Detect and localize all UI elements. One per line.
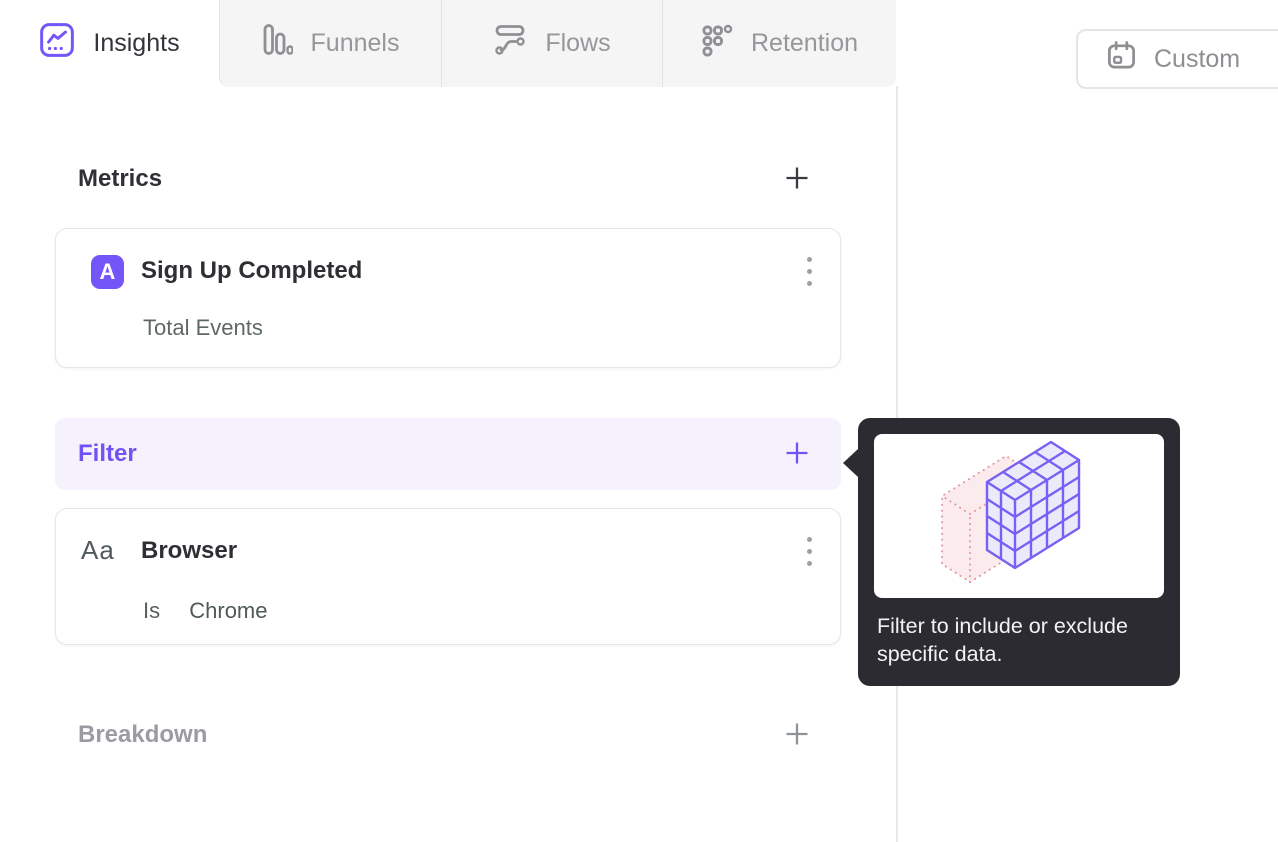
calendar-icon	[1106, 40, 1137, 78]
tab-retention[interactable]: Retention	[662, 0, 896, 87]
flows-icon	[493, 23, 527, 64]
filter-card-browser[interactable]: Aa Browser Is Chrome	[55, 508, 841, 645]
tab-retention-label: Retention	[750, 29, 859, 57]
add-filter-button[interactable]	[784, 441, 810, 467]
filter-section-row[interactable]: Filter	[55, 418, 841, 490]
tab-funnels[interactable]: Funnels	[219, 0, 441, 87]
tab-funnels-label: Funnels	[310, 29, 400, 57]
add-breakdown-button[interactable]	[784, 722, 810, 748]
tab-flows-label: Flows	[545, 29, 611, 57]
filter-card-title: Browser	[141, 537, 238, 564]
filter-value[interactable]: Chrome	[189, 598, 267, 623]
tooltip-arrow	[843, 449, 858, 477]
add-metric-button[interactable]	[784, 166, 810, 192]
plus-icon	[784, 165, 810, 194]
metric-card-subtitle[interactable]: Total Events	[143, 315, 263, 341]
insights-icon	[39, 22, 75, 65]
report-type-tabs: Insights Funnels Flows Retention	[0, 0, 897, 87]
string-property-icon: Aa	[81, 535, 115, 565]
metric-card-menu-button[interactable]	[799, 255, 819, 287]
tab-insights-label: Insights	[93, 29, 180, 57]
tab-flows[interactable]: Flows	[441, 0, 662, 87]
metric-card-sign-up-completed[interactable]: A Sign Up Completed Total Events	[55, 228, 841, 368]
metrics-section-title: Metrics	[78, 165, 163, 192]
plus-icon	[784, 440, 810, 469]
filter-cube-illustration	[874, 434, 1164, 598]
filter-operator[interactable]: Is	[143, 598, 160, 623]
metric-letter-badge: A	[91, 255, 124, 289]
breakdown-section-header: Breakdown	[78, 718, 810, 752]
insights-report-builder: Insights Funnels Flows Retention Custom …	[0, 0, 1278, 842]
metrics-section-header: Metrics	[78, 162, 810, 196]
filter-section-title: Filter	[78, 440, 137, 467]
filter-card-condition: Is Chrome	[143, 598, 268, 624]
kebab-menu-icon	[806, 536, 812, 542]
kebab-menu-icon	[806, 256, 812, 262]
custom-date-range-label: Custom	[1154, 44, 1241, 73]
retention-icon	[701, 23, 733, 64]
breakdown-section-title: Breakdown	[78, 721, 208, 748]
plus-icon	[784, 721, 810, 750]
filter-help-tooltip: Filter to include or exclude specific da…	[843, 418, 1180, 686]
tooltip-text: Filter to include or exclude specific da…	[877, 614, 1128, 666]
funnels-icon	[262, 23, 294, 64]
custom-date-range-button[interactable]: Custom	[1076, 29, 1278, 89]
tab-insights[interactable]: Insights	[0, 0, 219, 87]
metric-card-title: Sign Up Completed	[141, 257, 363, 284]
filter-card-menu-button[interactable]	[799, 535, 819, 567]
